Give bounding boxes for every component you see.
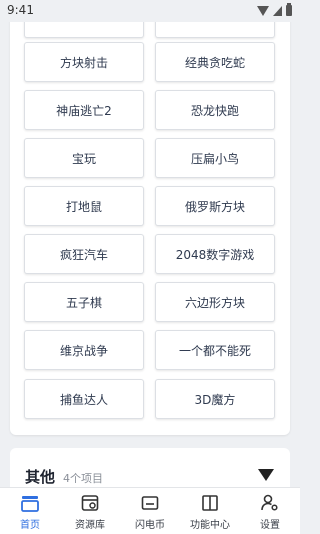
user-settings-icon [261,494,278,511]
game-tile-label: 方块射击 [59,55,108,70]
status-icons [257,3,292,16]
home-icon [21,496,39,512]
game-tile-label: 3D魔方 [194,392,236,407]
game-tile-label: 俄罗斯方块 [184,199,245,214]
game-tile-label: 疯狂汽车 [59,247,108,262]
section-count: 4个项目 [63,472,103,485]
game-tile[interactable]: 维京战争 [24,330,144,370]
game-tile-label: 神庙逃亡2 [56,103,112,118]
game-tile[interactable]: 五子棋 [24,282,144,322]
game-tile[interactable]: 六边形方块 [155,282,275,322]
collapse-triangle-icon[interactable] [258,469,274,481]
status-bar: 9:41 [0,0,300,22]
games-card: 方块射击 经典贪吃蛇 神庙逃亡2 恐龙快跑 宝玩 压扁小鸟 打地鼠 俄罗斯方块 … [10,10,290,435]
game-tile-label: 恐龙快跑 [190,103,239,118]
nav-item-home[interactable]: 首页 [0,488,60,534]
game-tile-label: 捕鱼达人 [59,392,108,407]
signal-icon [273,5,282,16]
game-tile[interactable]: 打地鼠 [24,186,144,226]
wifi-icon [257,5,269,16]
bottom-nav: 首页 资源库 闪电币 功能中心 设置 [0,487,300,534]
game-tile[interactable]: 经典贪吃蛇 [155,42,275,82]
game-tile[interactable]: 3D魔方 [155,379,275,419]
nav-item-library[interactable]: 资源库 [60,488,120,534]
game-tile[interactable]: 疯狂汽车 [24,234,144,274]
game-tile[interactable]: 宝玩 [24,138,144,178]
nav-label: 设置 [260,520,280,531]
game-tile[interactable]: 方块射击 [24,42,144,82]
wallet-icon [141,496,159,510]
game-tile-label: 维京战争 [59,343,108,358]
nav-label: 功能中心 [190,520,230,531]
battery-icon [286,3,292,16]
game-tile[interactable]: 压扁小鸟 [155,138,275,178]
game-tile[interactable]: 恐龙快跑 [155,90,275,130]
section-title: 其他 [25,468,56,486]
nav-item-function-center[interactable]: 功能中心 [180,488,240,534]
game-tile-label: 宝玩 [71,151,96,166]
game-tile-label: 2048数字游戏 [175,247,255,262]
game-tile-label: 六边形方块 [184,295,245,310]
library-icon [81,495,99,511]
game-tile[interactable]: 俄罗斯方块 [155,186,275,226]
nav-label: 资源库 [75,520,105,531]
nav-item-coins[interactable]: 闪电币 [120,488,180,534]
game-tile-label: 压扁小鸟 [190,151,239,166]
game-tile[interactable]: 神庙逃亡2 [24,90,144,130]
game-tile[interactable]: 一个都不能死 [155,330,275,370]
game-tile-label: 打地鼠 [65,199,102,214]
game-tile-label: 经典贪吃蛇 [184,55,245,70]
status-time: 9:41 [7,3,34,17]
game-tile[interactable]: 捕鱼达人 [24,379,144,419]
game-tile-label: 一个都不能死 [178,343,251,358]
game-tile[interactable]: 2048数字游戏 [155,234,275,274]
nav-label: 闪电币 [135,520,165,531]
panel-icon [202,495,218,511]
nav-label: 首页 [20,520,40,531]
nav-item-settings[interactable]: 设置 [240,488,300,534]
game-tile-label: 五子棋 [65,295,102,310]
